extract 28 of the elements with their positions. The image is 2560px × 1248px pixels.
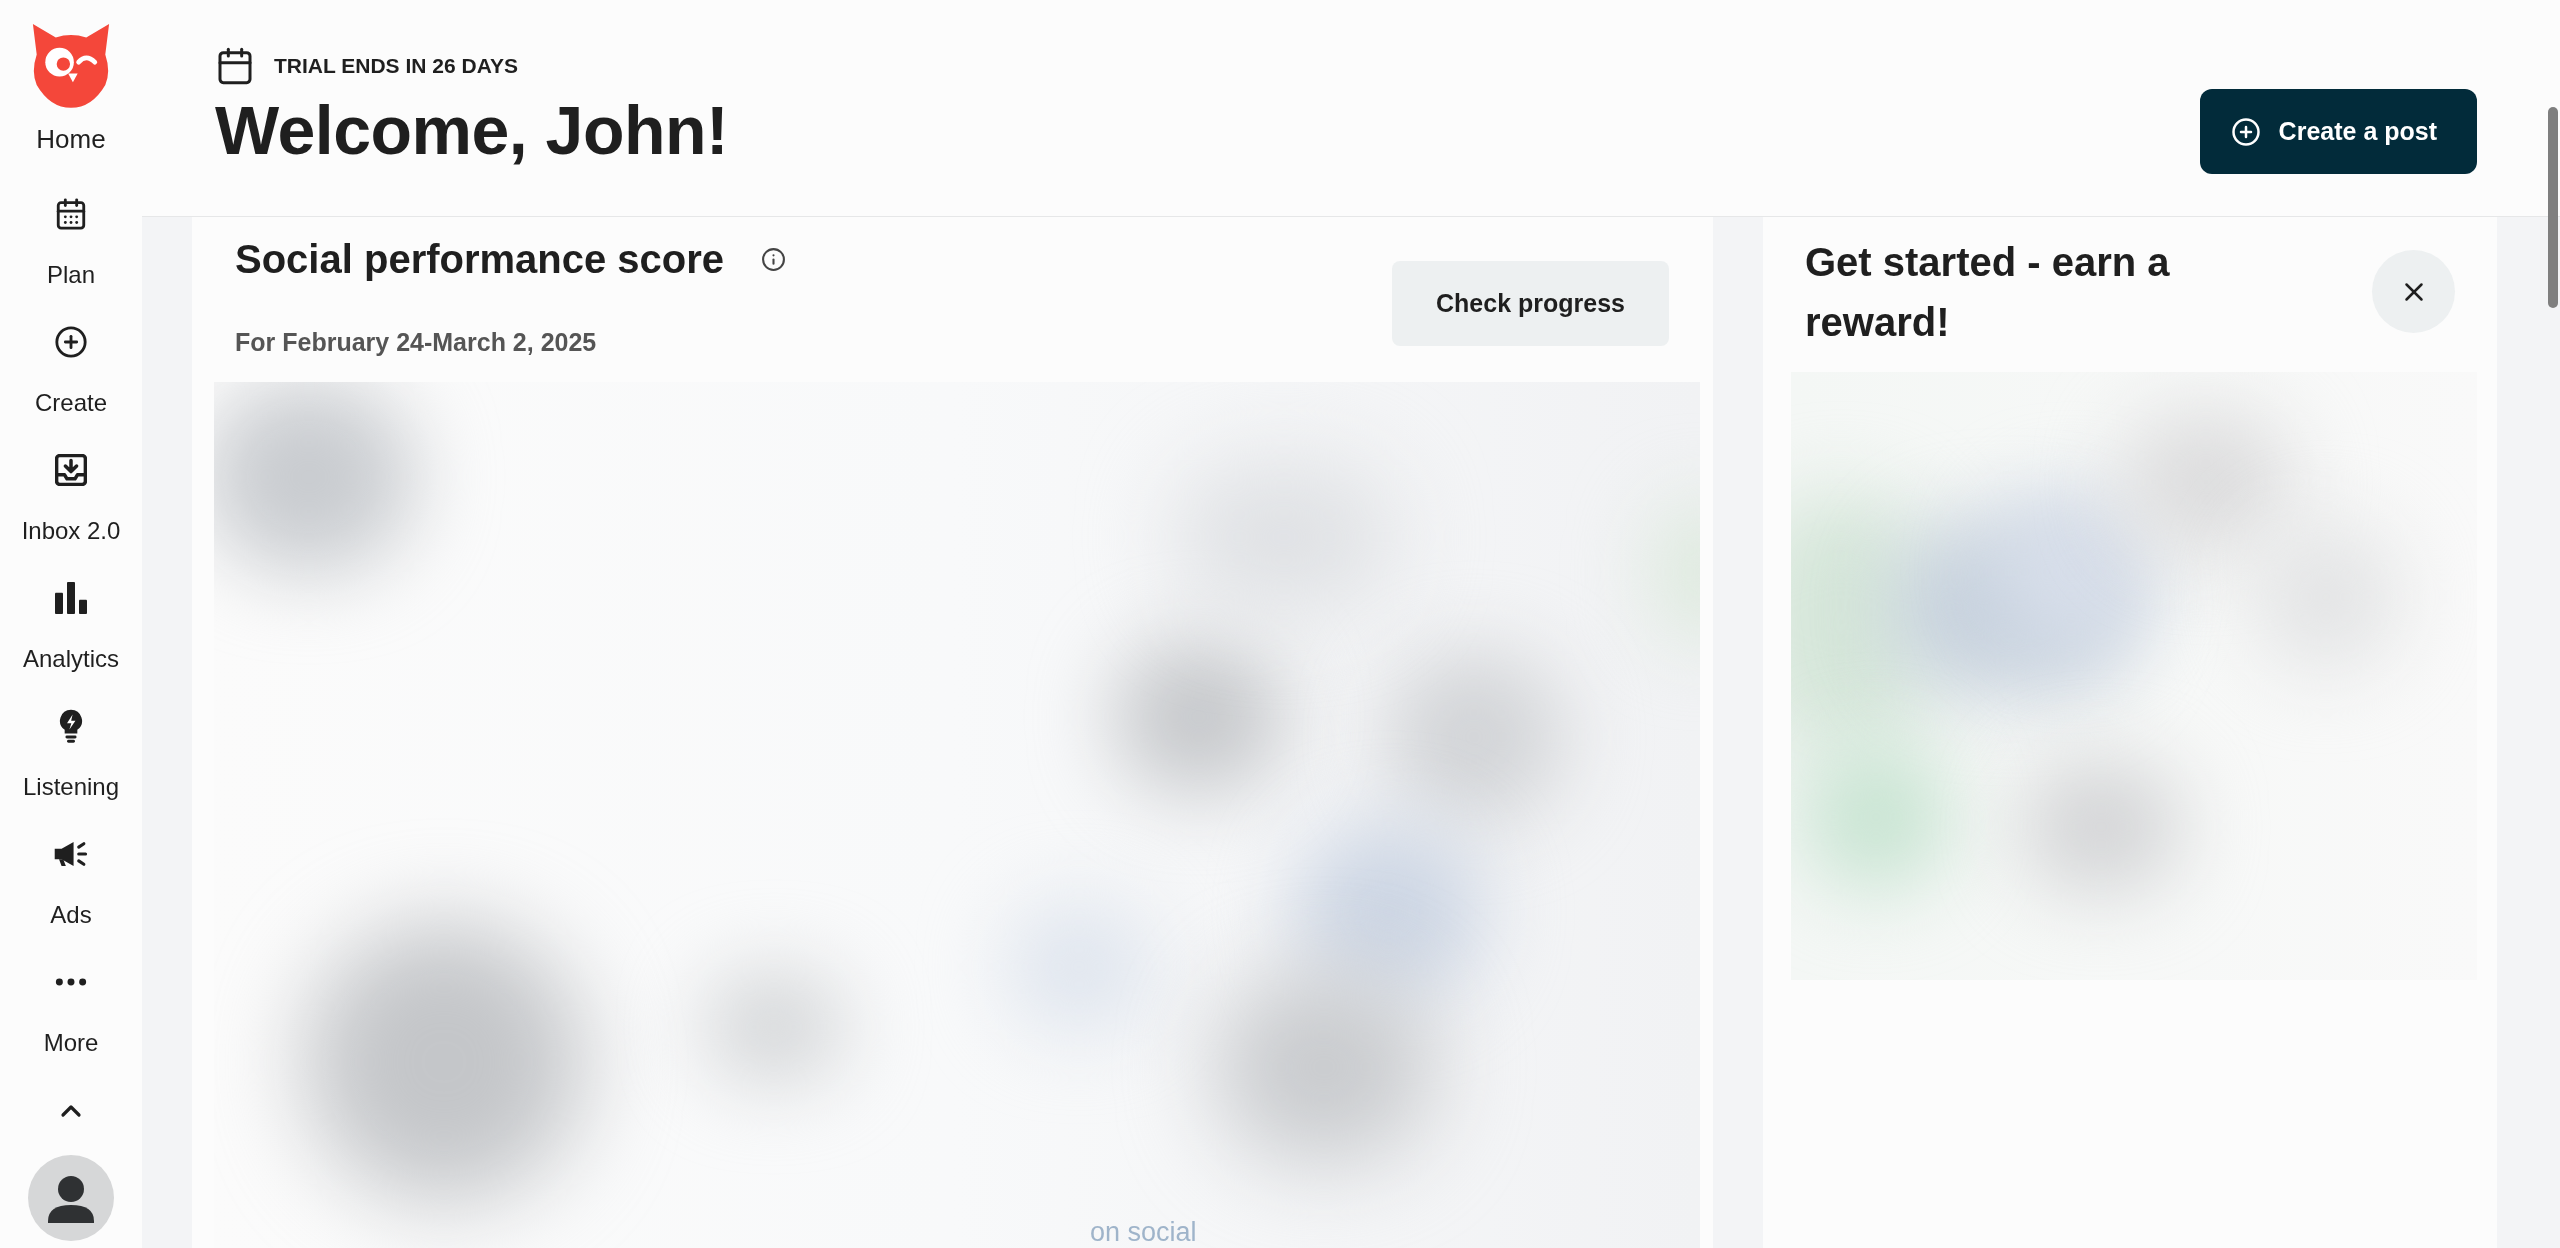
date-range-label: For February 24-March 2, 2025 bbox=[235, 327, 598, 357]
plus-circle-icon bbox=[54, 325, 88, 359]
nav-item[interactable]: Listening bbox=[0, 690, 142, 818]
card-title: Get started - earn a reward! bbox=[1805, 239, 2171, 346]
check-progress-button[interactable]: Check progress bbox=[1392, 261, 1669, 346]
avatar-icon[interactable] bbox=[28, 1155, 114, 1241]
bar-chart-icon bbox=[55, 582, 87, 614]
nav-item[interactable]: Analytics bbox=[0, 562, 142, 690]
nav-item[interactable]: Ads bbox=[0, 818, 142, 946]
welcome-heading: Welcome, John! bbox=[215, 96, 729, 164]
nav-item[interactable]: More bbox=[0, 946, 142, 1074]
calendar-icon bbox=[54, 197, 88, 231]
nav-item[interactable]: Inbox 2.0 bbox=[0, 434, 142, 562]
scrollbar-thumb[interactable] bbox=[2548, 107, 2558, 308]
megaphone-icon bbox=[53, 840, 89, 868]
card-title: Social performance score bbox=[235, 236, 725, 283]
inbox-tray-icon bbox=[55, 454, 87, 486]
trial-notice: TRIAL ENDS IN 26 DAYS bbox=[274, 53, 518, 79]
owl-logo-icon bbox=[31, 22, 111, 108]
more-dots-icon bbox=[55, 978, 87, 986]
nav-item[interactable]: Plan bbox=[0, 178, 142, 306]
nav-item[interactable]: Create bbox=[0, 306, 142, 434]
lightbulb-icon bbox=[59, 709, 83, 743]
preview-caption: on social bbox=[1090, 1216, 1197, 1248]
info-icon[interactable] bbox=[761, 246, 787, 272]
plus-circle-icon bbox=[2230, 116, 2261, 147]
nav-item[interactable]: Home bbox=[0, 0, 142, 178]
create-post-button[interactable]: Create a post bbox=[2199, 89, 2477, 174]
